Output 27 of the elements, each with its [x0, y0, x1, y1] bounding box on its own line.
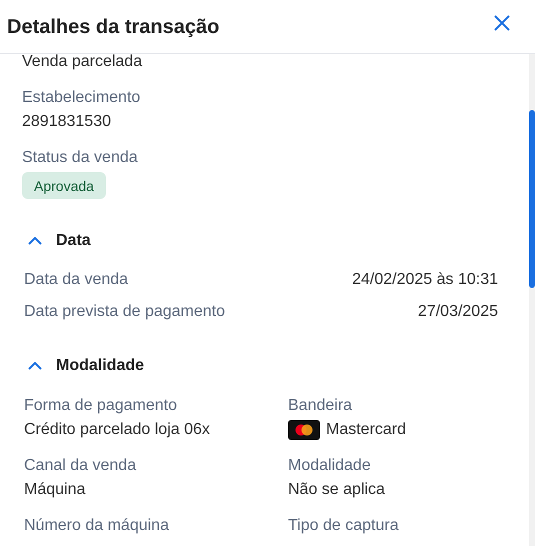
- chevron-icon: [28, 237, 42, 245]
- scrollbar[interactable]: [529, 54, 535, 546]
- status-badge: Aprovada: [22, 172, 106, 199]
- field-value: Crédito parcelado loja 06x: [24, 420, 211, 440]
- field-label: Canal da venda: [24, 456, 138, 476]
- row-value: 24/02/2025 às 10:31: [352, 270, 498, 290]
- field-value: Mastercard: [326, 420, 406, 440]
- field-label: Estabelecimento: [22, 88, 142, 108]
- row-label: Data da venda: [24, 270, 128, 290]
- field-label: Modalidade: [288, 456, 372, 476]
- field-label: Forma de pagamento: [24, 396, 178, 416]
- field-value: 2891831530: [22, 112, 112, 132]
- field-label: Tipo de captura: [288, 516, 400, 536]
- field-value: Máquina: [24, 480, 86, 500]
- row-value: 27/03/2025: [418, 302, 498, 322]
- card-logo-icon: [288, 420, 320, 440]
- field-label: Status da venda: [22, 148, 138, 168]
- panel-title: Detalhes da transação: [7, 14, 220, 40]
- section-header[interactable]: Data: [22, 229, 91, 253]
- field-value: Venda parcelada: [22, 54, 144, 72]
- chevron-icon: [28, 362, 42, 370]
- row-label: Data prevista de pagamento: [24, 302, 226, 322]
- field-label: Bandeira: [288, 396, 354, 416]
- section-header[interactable]: Modalidade: [22, 354, 144, 378]
- field-value: Não se aplica: [288, 480, 386, 500]
- field-label: Número da máquina: [24, 516, 170, 536]
- scrollbar-thumb[interactable]: [529, 110, 535, 288]
